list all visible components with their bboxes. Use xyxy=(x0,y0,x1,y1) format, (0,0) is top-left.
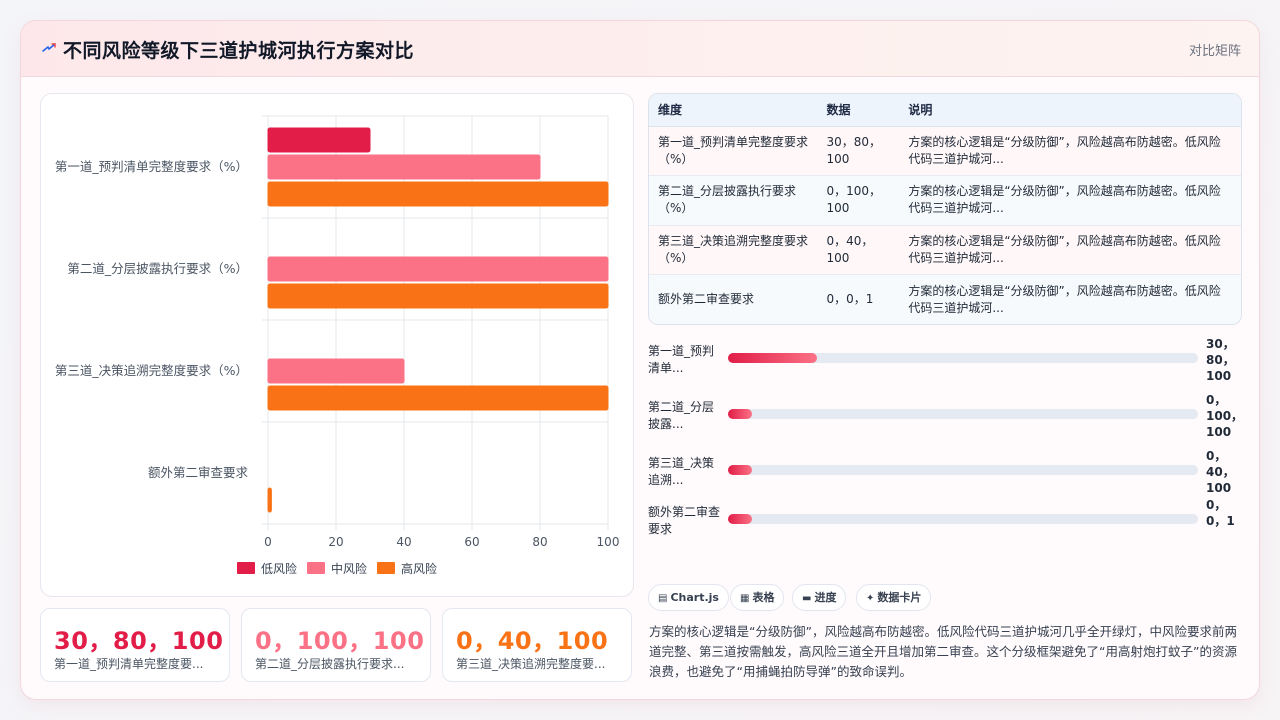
progress-fill xyxy=(728,514,752,524)
bar xyxy=(267,358,405,384)
chip-label: 进度 xyxy=(814,591,837,604)
kpi-card-2: 0，100，100 第二道_分层披露执行要求... xyxy=(241,608,431,682)
cell-data: 0，100，100 xyxy=(817,175,900,226)
category-label: 额外第二审查要求 xyxy=(148,465,249,480)
table-row: 第二道_分层披露执行要求（%） 0，100，100 方案的核心逻辑是“分级防御”… xyxy=(649,175,1241,226)
header: 不同风险等级下三道护城河执行方案对比 对比矩阵 xyxy=(21,21,1259,77)
kpi-value: 30，80，100 xyxy=(54,627,224,655)
x-tick-label: 100 xyxy=(597,535,620,549)
data-table: 维度 数据 说明 第一道_预判清单完整度要求（%） 30，80，100 方案的核… xyxy=(649,94,1241,324)
legend-swatch xyxy=(307,562,325,574)
cell-data: 30，80，100 xyxy=(817,126,900,176)
progress-value: 30，80，100 xyxy=(1206,337,1235,383)
column-header: 维度 xyxy=(649,94,818,127)
progress-label: 第一道_预判清单... xyxy=(648,344,715,375)
table-header-row: 维度 数据 说明 xyxy=(649,94,1241,127)
summary-text: 方案的核心逻辑是“分级防御”，风险越高布防越密。低风险代码三道护城河几乎全开绿灯… xyxy=(649,624,1237,679)
cell-description: 方案的核心逻辑是“分级防御”，风险越高布防越密。低风险代码三道护城河... xyxy=(899,126,1241,176)
legend-label: 高风险 xyxy=(401,561,437,576)
cell-dimension: 第二道_分层披露执行要求（%） xyxy=(649,175,818,226)
cell-description: 方案的核心逻辑是“分级防御”，风险越高布防越密。低风险代码三道护城河... xyxy=(899,175,1241,226)
x-tick-label: 20 xyxy=(328,535,343,549)
chip-data-card[interactable]: ✦ 数据卡片 xyxy=(856,584,932,611)
progress-row: 第二道_分层披露... 0，100，100 xyxy=(648,393,1243,445)
sparkle-icon: ✦ xyxy=(866,593,875,604)
x-tick-label: 40 xyxy=(396,535,411,549)
category-label: 第二道_分层披露执行要求（%） xyxy=(67,261,248,276)
progress-value: 0，0，1 xyxy=(1206,498,1235,528)
chip-progress[interactable]: ▬ 进度 xyxy=(792,584,847,611)
progress-fill xyxy=(728,353,818,363)
progress-track xyxy=(728,514,1198,524)
cell-dimension: 第三道_决策追溯完整度要求（%） xyxy=(649,225,818,275)
lightning-icon xyxy=(42,43,56,52)
main-card: 不同风险等级下三道护城河执行方案对比 对比矩阵 0 20 40 60 80 100 第一道_… xyxy=(20,20,1260,700)
kpi-value: 0，40，100 xyxy=(456,627,609,655)
x-tick-label: 0 xyxy=(264,535,272,549)
kpi-label: 第一道_预判清单完整度要... xyxy=(54,657,204,671)
progress-fill xyxy=(728,465,752,475)
chip-label: 数据卡片 xyxy=(877,591,922,604)
category-label: 第一道_预判清单完整度要求（%） xyxy=(55,159,248,174)
progress-track xyxy=(728,465,1198,475)
bar xyxy=(267,283,609,309)
bar xyxy=(267,127,371,153)
category-label: 第三道_决策追溯完整度要求（%） xyxy=(55,363,248,378)
bar xyxy=(267,181,609,207)
progress-track xyxy=(728,353,1198,363)
progress-row: 额外第二审查要求 0，0，1 xyxy=(648,498,1242,550)
progress-track xyxy=(728,409,1198,419)
chip-table[interactable]: ▦ 表格 xyxy=(730,584,785,611)
chip-label: 表格 xyxy=(752,591,775,604)
progress-label: 额外第二审查要求 xyxy=(648,505,721,536)
progress-value: 0，100，100 xyxy=(1206,393,1244,439)
kpi-value: 0，100，100 xyxy=(255,627,425,655)
progress-label: 第三道_决策追溯... xyxy=(648,456,715,487)
chip-chartjs[interactable]: ▤ Chart.js xyxy=(648,584,729,611)
x-tick-label: 80 xyxy=(532,535,547,549)
cell-description: 方案的核心逻辑是“分级防御”，风险越高布防越密。低风险代码三道护城河... xyxy=(899,225,1241,275)
table-row: 第三道_决策追溯完整度要求（%） 0，40，100 方案的核心逻辑是“分级防御”… xyxy=(649,225,1241,275)
table-row: 第一道_预判清单完整度要求（%） 30，80，100 方案的核心逻辑是“分级防御… xyxy=(649,126,1241,176)
data-table-panel: 维度 数据 说明 第一道_预判清单完整度要求（%） 30，80，100 方案的核… xyxy=(648,93,1242,325)
table-icon: ▦ xyxy=(740,593,750,604)
kpi-label: 第二道_分层披露执行要求... xyxy=(255,657,405,671)
chart-icon: ▤ xyxy=(658,593,668,604)
column-header: 说明 xyxy=(899,94,1241,127)
progress-row: 第三道_决策追溯... 0，40，100 xyxy=(648,449,1242,501)
kpi-card-1: 30，80，100 第一道_预判清单完整度要... xyxy=(40,608,230,682)
table-row: 额外第二审查要求 0，0，1 方案的核心逻辑是“分级防御”，风险越高布防越密。低… xyxy=(649,274,1241,324)
bar xyxy=(267,487,272,513)
progress-icon: ▬ xyxy=(802,593,812,604)
kpi-label: 第三道_决策追溯完整度要... xyxy=(456,657,606,671)
page-title: 不同风险等级下三道护城河执行方案对比 xyxy=(63,40,415,62)
bar xyxy=(267,385,609,411)
cell-data: 0，40，100 xyxy=(817,225,900,275)
kpi-card-3: 0，40，100 第三道_决策追溯完整度要... xyxy=(442,608,632,682)
legend-label: 低风险 xyxy=(261,561,297,576)
legend-label: 中风险 xyxy=(331,561,367,576)
bar xyxy=(267,256,609,282)
legend-swatch xyxy=(377,562,395,574)
cell-description: 方案的核心逻辑是“分级防御”，风险越高布防越密。低风险代码三道护城河... xyxy=(899,274,1241,324)
legend-swatch xyxy=(237,562,255,574)
progress-fill xyxy=(728,409,752,419)
cell-dimension: 第一道_预判清单完整度要求（%） xyxy=(649,126,818,176)
bar-chart-panel: 0 20 40 60 80 100 第一道_预判清单完整度要求（%） 第二道_分层披露执行要求… xyxy=(40,93,634,597)
x-tick-label: 60 xyxy=(464,535,479,549)
progress-label: 第二道_分层披露... xyxy=(648,400,715,431)
cell-data: 0，0，1 xyxy=(817,274,900,324)
bar-chart: 0 20 40 60 80 100 第一道_预判清单完整度要求（%） 第二道_分层披露执行要求… xyxy=(55,115,620,576)
cell-dimension: 额外第二审查要求 xyxy=(649,274,818,324)
progress-row: 第一道_预判清单... 30，80，100 xyxy=(648,337,1242,389)
progress-value: 0，40，100 xyxy=(1206,449,1235,495)
column-header: 数据 xyxy=(817,94,900,127)
bar xyxy=(267,154,541,180)
chip-label: Chart.js xyxy=(670,591,719,604)
matrix-link[interactable]: 对比矩阵 xyxy=(1189,40,1241,59)
